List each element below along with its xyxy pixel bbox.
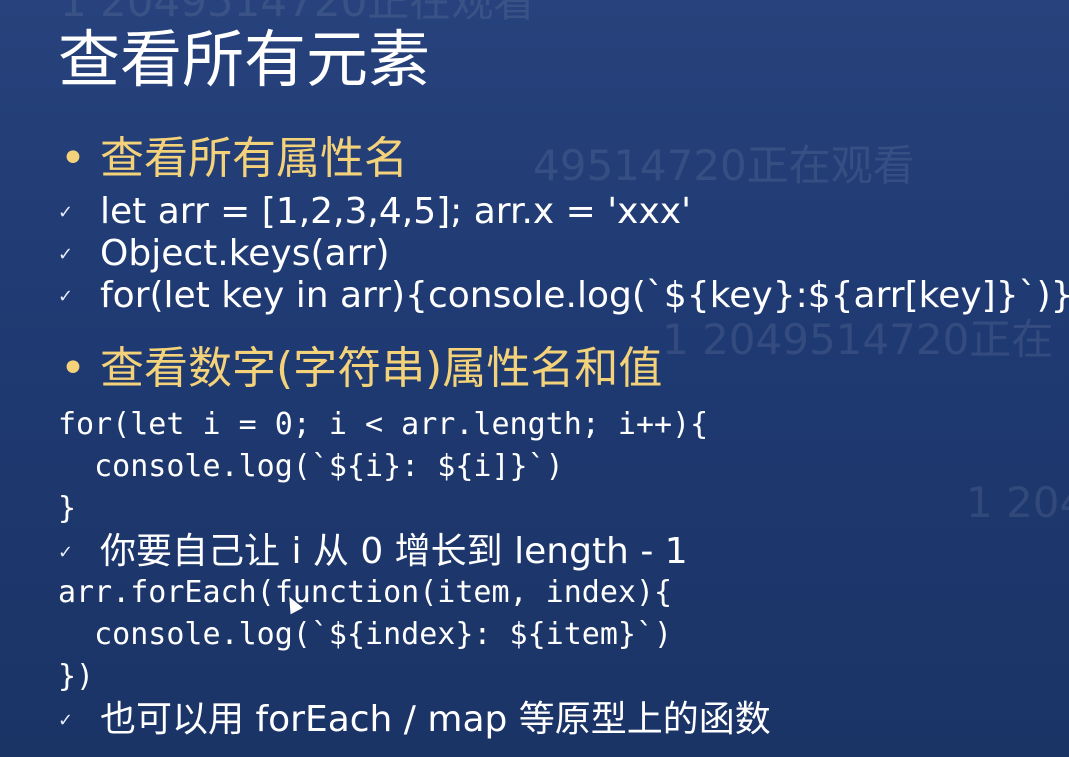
check-text: let arr = [1,2,3,4,5]; arr.x = 'xxx' [100,191,691,232]
heading-text: 查看数字(字符串)属性名和值 [100,343,663,394]
check-text: 你要自己让 i 从 0 增长到 length - 1 [100,531,688,572]
bullet: • [60,343,86,394]
code-line: console.log(`${i}: ${i]}`) [58,449,564,484]
code-line: }) [58,659,95,694]
check-item: ✓ 你要自己让 i 从 0 增长到 length - 1 [58,530,688,575]
code-line: console.log(`${index}: ${item}`) [58,617,673,652]
code-line: for(let i = 0; i < arr.length; i++){ [58,407,709,442]
section-heading-numeric-names: • 查看数字(字符串)属性名和值 [60,340,662,398]
check-item: ✓ let arr = [1,2,3,4,5]; arr.x = 'xxx' [58,190,691,235]
slide-title: 查看所有元素 [58,23,431,96]
code-line: } [58,491,77,526]
watermark: 1 204 [966,478,1069,527]
check-item: ✓ Object.keys(arr) [58,232,390,277]
watermark: 49514720正在观看 [533,141,915,190]
check-icon: ✓ [58,202,74,223]
check-text: Object.keys(arr) [100,233,390,274]
check-icon: ✓ [58,710,74,731]
check-icon: ✓ [58,542,74,563]
code-line: arr.forEach(function(item, index){ [58,575,673,610]
section-heading-property-names: • 查看所有属性名 [60,130,408,188]
check-item: ✓ for(let key in arr){console.log(`${key}… [58,274,1069,319]
check-icon: ✓ [58,286,74,307]
heading-text: 查看所有属性名 [100,133,408,184]
check-text: for(let key in arr){console.log(`${key}:… [100,275,1069,316]
check-icon: ✓ [58,244,74,265]
bullet: • [60,133,86,184]
check-text: 也可以用 forEach / map 等原型上的函数 [100,699,771,740]
check-item: ✓ 也可以用 forEach / map 等原型上的函数 [58,698,771,743]
